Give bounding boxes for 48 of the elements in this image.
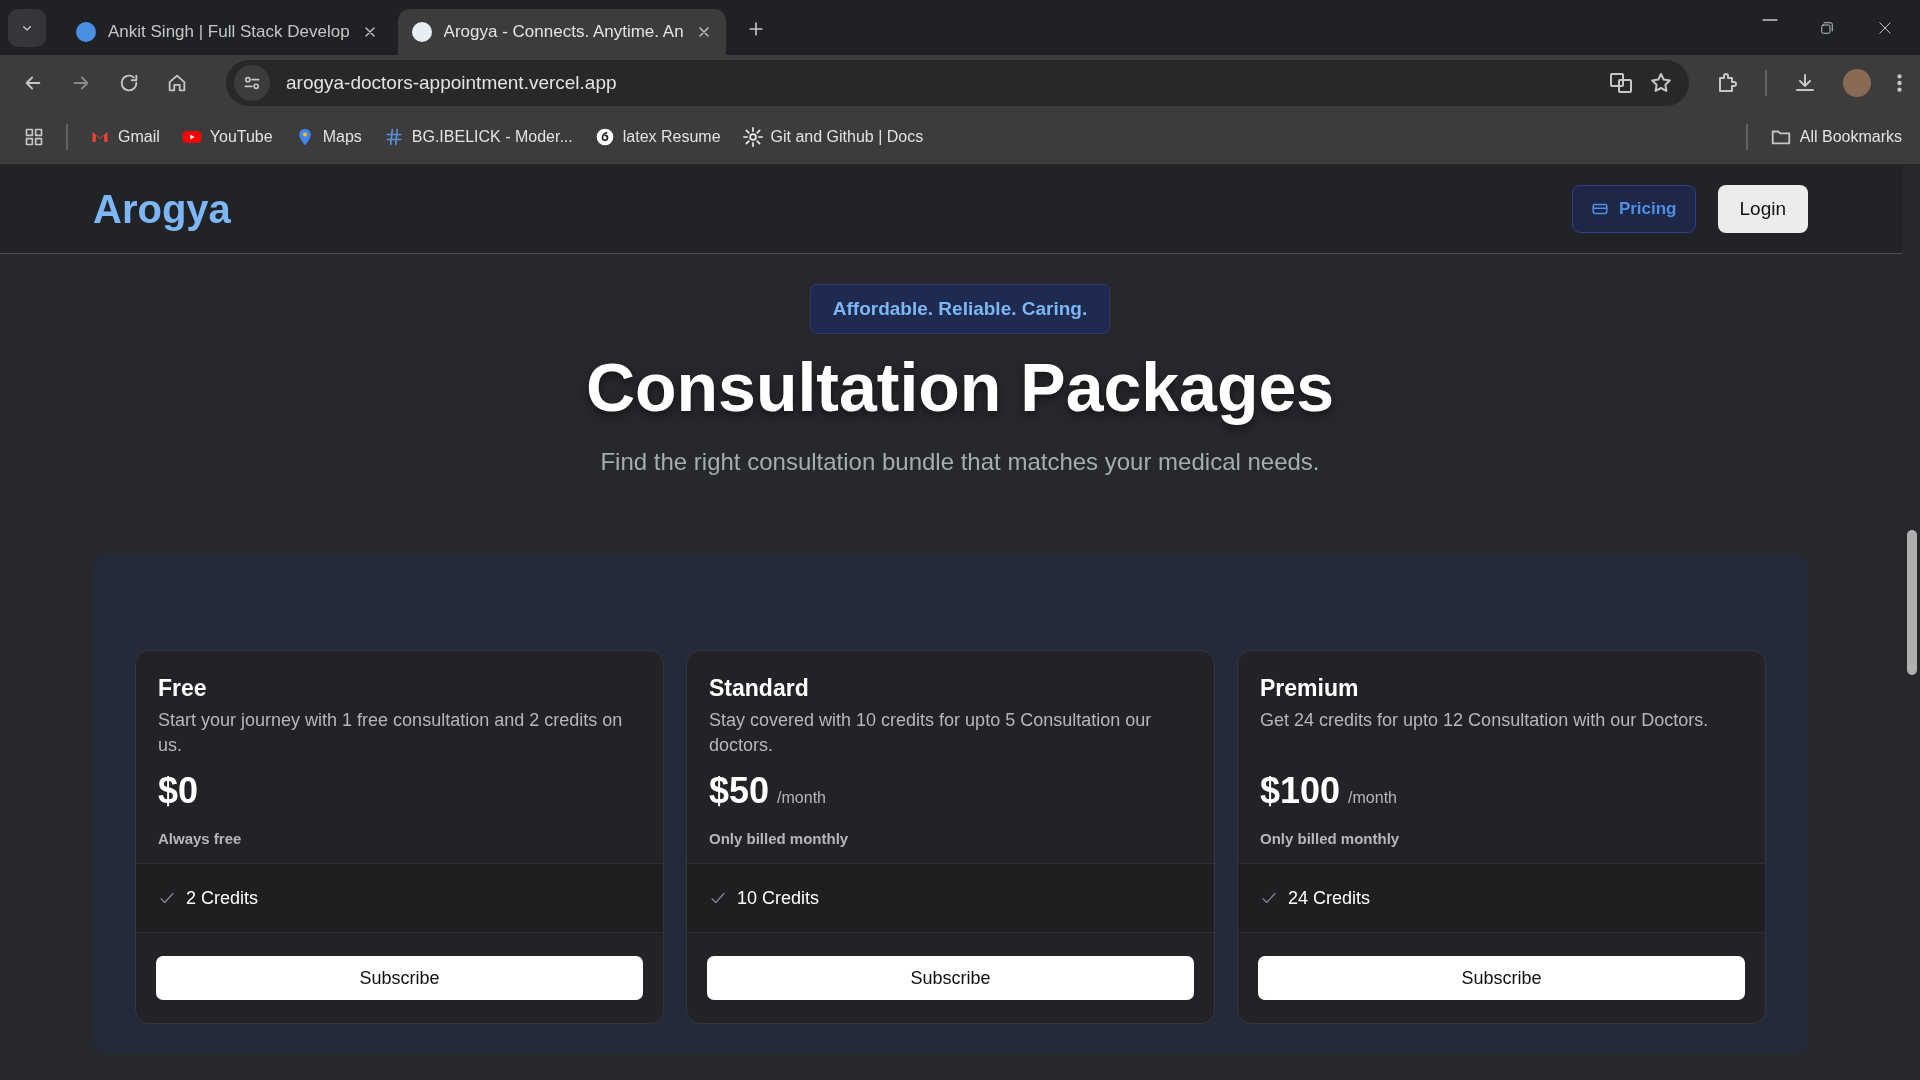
apps-grid-icon <box>24 127 44 147</box>
translate-icon <box>1609 70 1633 95</box>
subscribe-button[interactable]: Subscribe <box>1258 956 1745 1000</box>
profile-avatar[interactable] <box>1843 68 1871 97</box>
billing-note: Only billed monthly <box>1260 830 1401 847</box>
plan-description: Stay covered with 10 credits for upto 5 Consultation our doctors. <box>709 709 1153 757</box>
close-icon <box>1876 19 1894 37</box>
browser-tab[interactable]: Arogya - Connects. Anytime. An <box>397 9 726 55</box>
bookmark[interactable]: Gmail <box>90 127 160 147</box>
restore-icon <box>1818 19 1836 37</box>
site-logo[interactable]: Arogya <box>93 186 1572 232</box>
bookmark[interactable]: BG.IBELICK - Moder... <box>383 127 573 147</box>
address-bar[interactable]: arogya-doctors-appointment.vercel.app <box>226 59 1689 106</box>
plan-name: Premium <box>1260 675 1360 702</box>
tagline-badge: Affordable. Reliable. Caring. <box>809 284 1111 334</box>
page-title: Consultation Packages <box>585 348 1335 426</box>
bookmark[interactable]: YouTube <box>181 127 273 147</box>
plan-name: Standard <box>709 675 810 702</box>
plan-name: Free <box>158 675 208 702</box>
plan-price: $50 <box>709 770 770 812</box>
pricing-button[interactable]: Pricing <box>1571 185 1696 233</box>
browser-tab[interactable]: Ankit Singh | Full Stack Develop <box>62 9 392 55</box>
bookmark[interactable]: latex Resume <box>594 127 721 147</box>
plan-feature: 2 Credits <box>186 887 259 909</box>
bookmark[interactable]: Git and Github | Docs <box>742 127 924 147</box>
login-button[interactable]: Login <box>1717 185 1808 233</box>
favicon-icon <box>76 22 96 42</box>
plan-feature: 10 Credits <box>737 887 820 909</box>
star-icon <box>1649 70 1673 95</box>
subscribe-button[interactable]: Subscribe <box>707 956 1194 1000</box>
price-period: /month <box>1348 789 1397 807</box>
plan-feature: 24 Credits <box>1288 887 1371 909</box>
plan-description: Start your journey with 1 free consultation and 2 credits on us. <box>158 709 624 757</box>
billing-note: Only billed monthly <box>709 830 850 847</box>
plan-description: Get 24 credits for upto 12 Consultation with our Doctors. <box>1260 709 1710 732</box>
favicon-icon <box>411 22 432 42</box>
more-icon <box>1897 73 1902 92</box>
billing-note: Always free <box>158 830 243 847</box>
tab-search-button[interactable] <box>8 9 46 47</box>
minimize-icon <box>1762 19 1778 21</box>
all-bookmarks-button[interactable]: All Bookmarks <box>1769 126 1902 148</box>
plan-price: $0 <box>158 770 199 812</box>
page-subtitle: Find the right consultation bundle that matches your medical needs. <box>600 448 1320 476</box>
bookmark[interactable]: Maps <box>294 127 362 147</box>
subscribe-button[interactable]: Subscribe <box>156 956 643 1000</box>
price-period: /month <box>777 789 826 807</box>
plan-price: $100 <box>1260 770 1341 812</box>
circle-logo-icon <box>594 127 615 147</box>
